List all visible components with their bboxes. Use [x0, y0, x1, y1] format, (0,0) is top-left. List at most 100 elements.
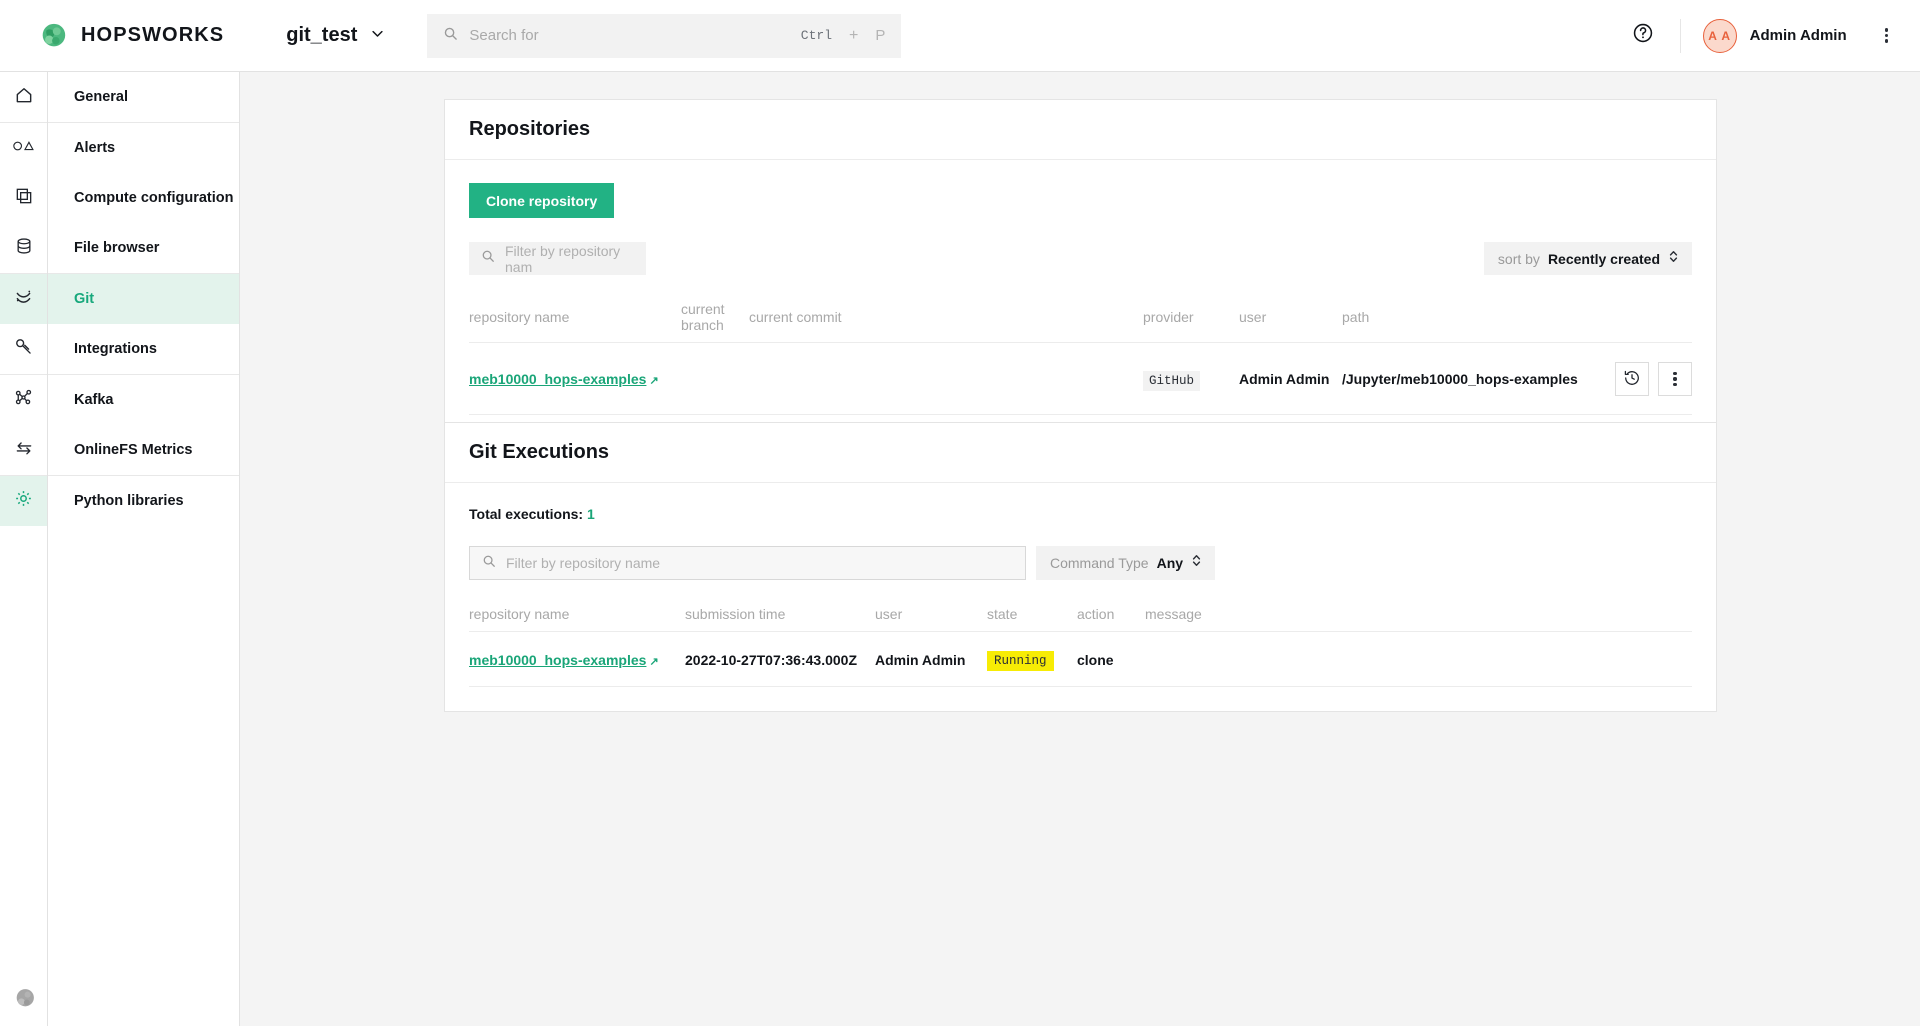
sidebar-item-kafka[interactable]: Kafka	[48, 375, 239, 425]
rail-icon-onlinefs-metrics[interactable]	[0, 425, 47, 475]
user-name: Admin Admin	[1750, 27, 1847, 44]
top-bar: HOPSWORKS git_test Search for Ctrl + P	[0, 0, 1920, 72]
sidebar-item-integrations[interactable]: Integrations	[48, 324, 239, 374]
cell-message	[1145, 632, 1692, 687]
repositories-table-body: meb10000_hops-examples↗ GitHub Admin Adm…	[469, 343, 1692, 415]
rail-icon-compute-configuration[interactable]	[0, 173, 47, 223]
cell-submission-time: 2022-10-27T07:36:43.000Z	[685, 632, 875, 687]
updown-chevrons-icon	[1191, 553, 1202, 573]
updown-chevrons-icon	[1668, 249, 1679, 269]
history-button[interactable]	[1615, 362, 1649, 396]
sidebar-item-label: Git	[74, 291, 94, 307]
network-nodes-icon	[13, 387, 34, 413]
repository-link[interactable]: meb10000_hops-examples↗	[469, 371, 659, 387]
repositories-toolbar: Filter by repository nam sort by Recentl…	[469, 242, 1692, 275]
chevron-down-icon	[370, 26, 385, 46]
search-icon	[443, 26, 458, 46]
sort-by-label: sort by	[1498, 251, 1540, 267]
project-name: git_test	[286, 24, 357, 47]
sidebar-item-compute-configuration[interactable]: Compute configuration	[48, 173, 239, 223]
clone-repository-button[interactable]: Clone repository	[469, 183, 614, 218]
execution-filter-input[interactable]: Filter by repository name	[469, 546, 1026, 580]
search-shortcut-ctrl: Ctrl	[801, 28, 832, 43]
col-action: action	[1077, 606, 1145, 632]
repository-filter-input[interactable]: Filter by repository nam	[469, 242, 646, 275]
total-executions-count: 1	[587, 506, 595, 522]
search-placeholder: Search for	[469, 27, 789, 44]
git-executions-table: repository name submission time user sta…	[469, 606, 1692, 687]
rail-icon-general[interactable]	[0, 72, 47, 122]
hammer-icon	[13, 336, 34, 362]
section-title: Git Executions	[469, 441, 609, 464]
rail-footer	[0, 986, 48, 1016]
alerts-icon	[12, 139, 36, 158]
col-provider: provider	[1143, 301, 1239, 343]
sidebar-item-general[interactable]: General	[48, 72, 239, 122]
sidebar-item-label: Python libraries	[74, 493, 184, 509]
col-state: state	[987, 606, 1077, 632]
brand: HOPSWORKS	[38, 21, 224, 51]
rail-icon-file-browser[interactable]	[0, 223, 47, 273]
sidebar-item-label: Integrations	[74, 341, 157, 357]
cell-state: Running	[987, 632, 1077, 687]
cell-current-branch	[681, 343, 749, 415]
rail-icon-integrations[interactable]	[0, 324, 47, 374]
sidebar-item-file-browser[interactable]: File browser	[48, 223, 239, 273]
gear-icon	[13, 488, 34, 514]
repositories-card-body: Clone repository Filter by repository na…	[445, 160, 1716, 439]
command-type-select[interactable]: Command Type Any	[1036, 546, 1215, 580]
cell-current-commit	[749, 343, 1143, 415]
total-executions: Total executions: 1	[469, 506, 1692, 522]
user-menu[interactable]: A A Admin Admin	[1681, 19, 1869, 53]
cell-repository-name: meb10000_hops-examples↗	[469, 632, 685, 687]
git-executions-card: Git Executions Total executions: 1 Filte…	[444, 422, 1717, 712]
cell-repository-name: meb10000_hops-examples↗	[469, 343, 681, 415]
col-current-branch: current branch	[681, 301, 749, 343]
kebab-menu-icon[interactable]	[1869, 26, 1904, 45]
row-actions	[1587, 362, 1692, 396]
sort-by-select[interactable]: sort by Recently created	[1484, 242, 1692, 275]
col-user: user	[875, 606, 987, 632]
provider-badge: GitHub	[1143, 371, 1200, 391]
repositories-table-head: repository name current branch current c…	[469, 301, 1692, 343]
repository-link[interactable]: meb10000_hops-examples↗	[469, 652, 659, 668]
row-overflow-button[interactable]	[1658, 362, 1692, 396]
question-circle-icon	[1632, 22, 1654, 49]
help-button[interactable]	[1606, 22, 1680, 49]
rail-icon-git[interactable]	[0, 274, 47, 324]
cell-actions	[1587, 343, 1692, 415]
status-badge: Running	[987, 651, 1054, 671]
sidebar-item-alerts[interactable]: Alerts	[48, 123, 239, 173]
sidebar-item-git[interactable]: Git	[48, 274, 239, 324]
col-submission-time: submission time	[685, 606, 875, 632]
external-link-icon: ↗	[649, 374, 658, 387]
col-path: path	[1342, 301, 1587, 343]
cell-path: /Jupyter/meb10000_hops-examples	[1342, 343, 1587, 415]
executions-table-body: meb10000_hops-examples↗ 2022-10-27T07:36…	[469, 632, 1692, 687]
cell-action: clone	[1077, 632, 1145, 687]
search-shortcut-letter: P	[875, 27, 885, 44]
top-bar-actions: A A Admin Admin	[1606, 19, 1920, 53]
total-executions-label: Total executions:	[469, 506, 583, 522]
repositories-card-header: Repositories	[445, 100, 1716, 160]
sidebar-item-label: Compute configuration	[74, 190, 234, 206]
search-input[interactable]: Search for Ctrl + P	[427, 14, 901, 58]
sidebar-item-python-libraries[interactable]: Python libraries	[48, 476, 239, 526]
git-executions-card-body: Total executions: 1 Filter by repository…	[445, 483, 1716, 711]
rail-icon-python-libraries[interactable]	[0, 476, 47, 526]
project-selector[interactable]: git_test	[286, 24, 385, 47]
col-actions	[1587, 301, 1692, 343]
sidebar-nav: General Alerts Compute configuration Fil…	[48, 72, 240, 1026]
repository-link-label: meb10000_hops-examples	[469, 371, 646, 387]
sidebar-item-onlinefs-metrics[interactable]: OnlineFS Metrics	[48, 425, 239, 475]
cell-user: Admin Admin	[1239, 343, 1342, 415]
hops-logo-grey-icon	[12, 986, 37, 1016]
rail-icon-alerts[interactable]	[0, 123, 47, 173]
icon-rail	[0, 72, 48, 1026]
table-row: meb10000_hops-examples↗ GitHub Admin Adm…	[469, 343, 1692, 415]
rail-icon-kafka[interactable]	[0, 375, 47, 425]
git-branch-icon	[13, 286, 34, 312]
external-link-icon: ↗	[649, 655, 658, 668]
search-icon	[482, 554, 496, 573]
copy-squares-icon	[14, 186, 34, 211]
